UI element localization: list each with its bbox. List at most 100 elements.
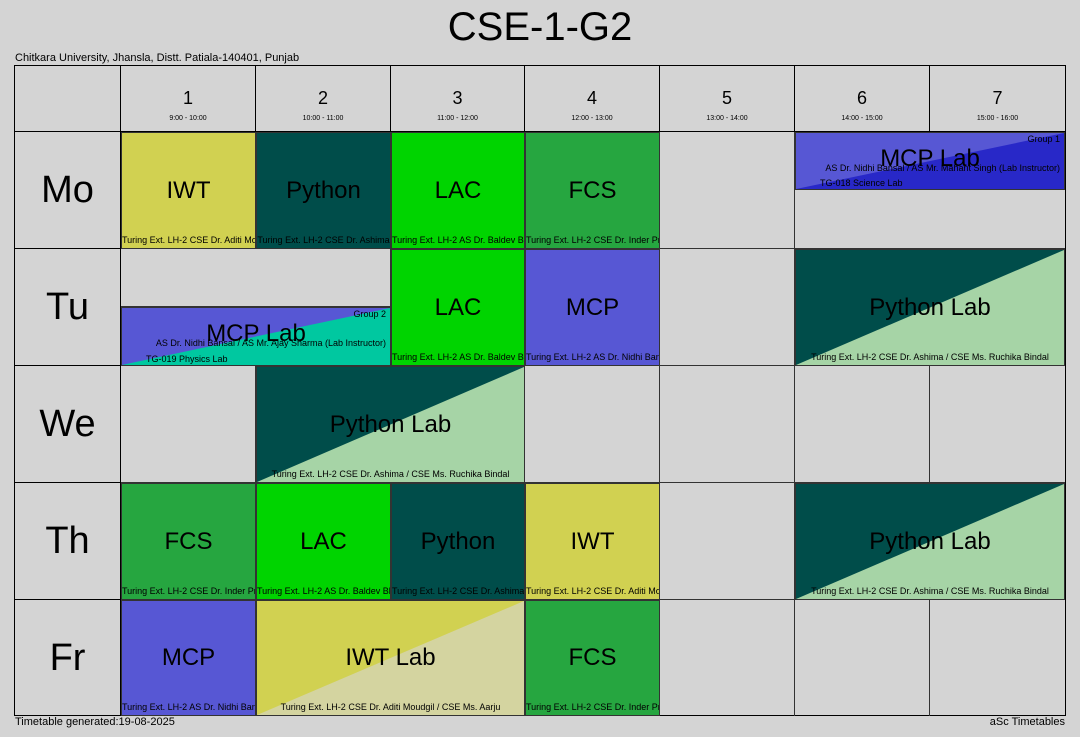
day-label-fr: Fr (15, 600, 121, 716)
day-label-th: Th (15, 483, 121, 600)
period-time: 11:00 - 12:00 (437, 115, 478, 122)
lesson-details: Turing Ext. LH-2 AS Dr. Nidhi Bansal (526, 352, 659, 362)
group-label: Group 1 (1027, 134, 1060, 144)
lesson-card-python[interactable]: Python Turing Ext. LH-2 CSE Dr. Ashima (256, 132, 391, 249)
period-header-5: 5 13:00 - 14:00 (660, 66, 795, 132)
empty-cell (660, 132, 795, 249)
lesson-details: Turing Ext. LH-2 CSE Dr. Ashima / CSE Ms… (811, 352, 1049, 362)
subject-name: MCP (161, 644, 216, 671)
lesson-details: Turing Ext. LH-2 CSE Dr. Inder Prabha (122, 586, 255, 596)
subject-name: FCS (568, 644, 617, 671)
empty-cell (795, 600, 930, 716)
period-number: 5 (721, 88, 732, 108)
empty-cell (930, 600, 1065, 716)
empty-cell (795, 366, 930, 483)
period-number: 3 (452, 88, 463, 108)
period-header-3: 3 11:00 - 12:00 (391, 66, 525, 132)
day-label-mo: Mo (15, 132, 121, 249)
lesson-card-python[interactable]: Python Turing Ext. LH-2 CSE Dr. Ashima (391, 483, 525, 600)
subject-name: IWT (570, 528, 615, 555)
subject-name: Python (286, 177, 361, 204)
lesson-details: Turing Ext. LH-2 AS Dr. Baldev Bhatti (257, 586, 390, 596)
period-time: 9:00 - 10:00 (169, 115, 207, 122)
lesson-details: Turing Ext. LH-2 AS Dr. Baldev Bhatti (392, 235, 524, 245)
empty-cell (121, 366, 256, 483)
lesson-card-mcp[interactable]: MCP Turing Ext. LH-2 AS Dr. Nidhi Bansal (525, 249, 660, 366)
empty-cell (660, 249, 795, 366)
period-header-2: 2 10:00 - 11:00 (256, 66, 391, 132)
lesson-card-python-lab[interactable]: Python Lab Turing Ext. LH-2 CSE Dr. Ashi… (256, 366, 525, 483)
empty-cell (121, 249, 391, 307)
period-time: 13:00 - 14:00 (706, 115, 748, 122)
lesson-details: Turing Ext. LH-2 CSE Dr. Aditi Moudgil /… (280, 702, 501, 712)
subject-name: Python Lab (329, 411, 452, 438)
subject-name: IWT (166, 177, 211, 204)
teacher-names: AS Dr. Nidhi Bansal / AS Mr. Mahant Sing… (825, 163, 1060, 173)
page-title: CSE-1-G2 (447, 5, 633, 49)
institution-address: Chitkara University, Jhansla, Distt. Pat… (15, 52, 300, 64)
period-number: 7 (992, 88, 1003, 108)
generated-date: Timetable generated:19-08-2025 (15, 716, 175, 728)
subject-name: FCS (568, 177, 617, 204)
empty-cell (525, 366, 660, 483)
period-time: 14:00 - 15:00 (841, 115, 883, 122)
period-number: 4 (586, 88, 597, 108)
lesson-card-lac[interactable]: LAC Turing Ext. LH-2 AS Dr. Baldev Bhatt… (256, 483, 391, 600)
subject-name: Python Lab (869, 528, 991, 555)
room-name: TG-018 Science Lab (820, 178, 903, 188)
period-number: 2 (317, 88, 328, 108)
day-label-we: We (15, 366, 121, 483)
lesson-details: Turing Ext. LH-2 CSE Dr. Ashima / CSE Ms… (271, 469, 510, 479)
lesson-card-mcp[interactable]: MCP Turing Ext. LH-2 AS Dr. Nidhi Bansal (121, 600, 256, 716)
lesson-details: Turing Ext. LH-2 CSE Dr. Ashima (257, 235, 390, 245)
period-header-4: 4 12:00 - 13:00 (525, 66, 660, 132)
lesson-details: Turing Ext. LH-2 AS Dr. Nidhi Bansal (122, 702, 255, 712)
lesson-card-fcs[interactable]: FCS Turing Ext. LH-2 CSE Dr. Inder Prabh… (525, 132, 660, 249)
empty-cell (795, 190, 1065, 249)
lesson-card-mcp-lab-group1[interactable]: Group 1 MCP Lab AS Dr. Nidhi Bansal / AS… (795, 132, 1065, 190)
subject-name: IWT Lab (345, 644, 436, 671)
timetable-grid: 1 9:00 - 10:00 2 10:00 - 11:00 3 11:00 - 12… (14, 65, 1066, 716)
period-time: 15:00 - 16:00 (976, 115, 1019, 122)
lesson-card-fcs[interactable]: FCS Turing Ext. LH-2 CSE Dr. Inder Prabh… (525, 600, 660, 716)
lesson-card-python-lab[interactable]: Python Lab Turing Ext. LH-2 CSE Dr. Ashi… (795, 249, 1065, 366)
period-number: 1 (182, 88, 193, 108)
room-name: TG-019 Physics Lab (146, 354, 228, 364)
period-header-7: 7 15:00 - 16:00 (930, 66, 1065, 132)
lesson-details: Turing Ext. LH-2 CSE Dr. Inder Prabha (526, 702, 659, 712)
lesson-details: Turing Ext. LH-2 CSE Dr. Aditi Moudgil (526, 586, 659, 596)
lesson-details: Turing Ext. LH-2 AS Dr. Baldev Bhatti (392, 352, 524, 362)
subject-name: FCS (164, 528, 213, 555)
subject-name: LAC (434, 294, 482, 321)
period-header-6: 6 14:00 - 15:00 (795, 66, 930, 132)
lesson-details: Turing Ext. LH-2 CSE Dr. Aditi Moudgil (122, 235, 255, 245)
corner-cell (15, 66, 121, 132)
lesson-card-iwt[interactable]: IWT Turing Ext. LH-2 CSE Dr. Aditi Moudg… (525, 483, 660, 600)
empty-cell (660, 366, 795, 483)
lesson-card-lac[interactable]: LAC Turing Ext. LH-2 AS Dr. Baldev Bhatt… (391, 132, 525, 249)
subject-name: Python Lab (869, 294, 991, 321)
day-label-tu: Tu (15, 249, 121, 366)
lesson-card-iwt[interactable]: IWT Turing Ext. LH-2 CSE Dr. Aditi Moudg… (121, 132, 256, 249)
period-time: 12:00 - 13:00 (571, 115, 613, 122)
period-header-1: 1 9:00 - 10:00 (121, 66, 256, 132)
lesson-card-mcp-lab-group2[interactable]: Group 2 MCP Lab AS Dr. Nidhi Bansal / AS… (121, 307, 391, 366)
empty-cell (660, 600, 795, 716)
lesson-card-iwt-lab[interactable]: IWT Lab Turing Ext. LH-2 CSE Dr. Aditi M… (256, 600, 525, 716)
period-number: 6 (856, 88, 867, 108)
software-credit: aSc Timetables (989, 716, 1065, 728)
empty-cell (660, 483, 795, 600)
subject-name: Python (420, 528, 496, 555)
subject-name: LAC (300, 528, 347, 555)
period-time: 10:00 - 11:00 (302, 115, 344, 122)
lesson-card-lac[interactable]: LAC Turing Ext. LH-2 AS Dr. Baldev Bhatt… (391, 249, 525, 366)
lesson-card-python-lab[interactable]: Python Lab Turing Ext. LH-2 CSE Dr. Ashi… (795, 483, 1065, 600)
lesson-details: Turing Ext. LH-2 CSE Dr. Ashima / CSE Ms… (811, 586, 1049, 596)
subject-name: LAC (434, 177, 482, 204)
group-label: Group 2 (353, 309, 386, 319)
lesson-details: Turing Ext. LH-2 CSE Dr. Inder Prabha (526, 235, 659, 245)
subject-name: MCP (565, 294, 620, 321)
lesson-card-fcs[interactable]: FCS Turing Ext. LH-2 CSE Dr. Inder Prabh… (121, 483, 256, 600)
empty-cell (930, 366, 1065, 483)
teacher-names: AS Dr. Nidhi Bansal / AS Mr. Ajay Sharma… (155, 338, 386, 348)
